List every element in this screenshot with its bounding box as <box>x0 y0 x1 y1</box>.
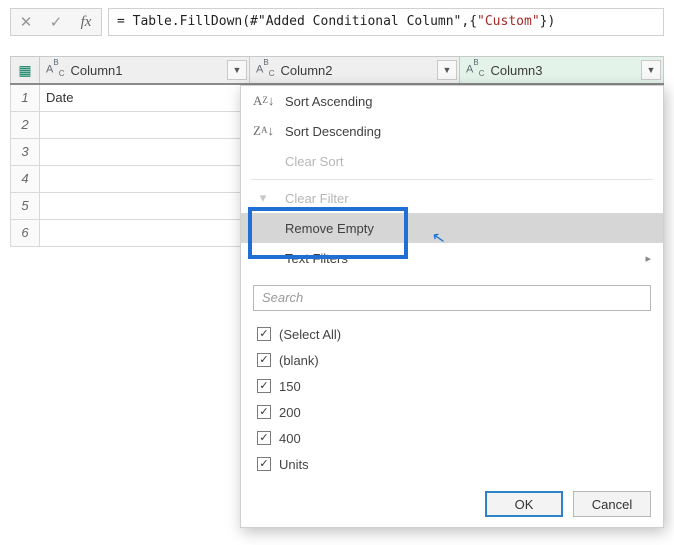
checkbox-icon[interactable]: ✓ <box>257 327 271 341</box>
sort-asc-icon: AZ↓ <box>253 93 273 109</box>
filter-value-item[interactable]: ✓ Units <box>257 451 647 477</box>
filter-value-item[interactable]: ✓ 150 <box>257 373 647 399</box>
checkbox-icon[interactable]: ✓ <box>257 379 271 393</box>
cell[interactable] <box>40 166 250 192</box>
menu-label: Clear Sort <box>285 154 344 169</box>
menu-label: Clear Filter <box>285 191 349 206</box>
menu-sort-descending[interactable]: ZA↓ Sort Descending <box>241 116 663 146</box>
menu-remove-empty[interactable]: Remove Empty <box>241 213 663 243</box>
cell[interactable] <box>40 139 250 165</box>
formula-text-arg: "Custom" <box>477 14 540 29</box>
cell[interactable] <box>40 220 250 246</box>
formula-bar: ✕ ✓ fx = Table.FillDown(#"Added Conditio… <box>0 0 674 46</box>
cancel-formula-button[interactable]: ✕ <box>11 13 41 31</box>
row-index: 1 <box>10 85 40 111</box>
cell[interactable] <box>40 112 250 138</box>
menu-label: Sort Ascending <box>285 94 372 109</box>
text-type-icon: ABC <box>256 61 274 78</box>
column-header-column2[interactable]: ABC Column2 ▼ <box>250 57 460 83</box>
fx-icon: fx <box>71 14 101 31</box>
filter-value-label: 200 <box>279 405 301 420</box>
row-index: 4 <box>10 166 40 192</box>
menu-sort-ascending[interactable]: AZ↓ Sort Ascending <box>241 86 663 116</box>
sort-desc-icon: ZA↓ <box>253 123 273 139</box>
ok-button[interactable]: OK <box>485 491 563 517</box>
table-icon-cell[interactable]: ▦ <box>10 57 40 83</box>
checkbox-icon[interactable]: ✓ <box>257 431 271 445</box>
filter-value-item[interactable]: ✓ 200 <box>257 399 647 425</box>
row-index: 2 <box>10 112 40 138</box>
column3-filter-button[interactable]: ▼ <box>641 60 661 80</box>
menu-text-filters[interactable]: Text Filters <box>241 243 663 273</box>
menu-clear-filter: ▾ Clear Filter <box>241 183 663 213</box>
filter-value-label: (blank) <box>279 353 319 368</box>
checkbox-icon[interactable]: ✓ <box>257 457 271 471</box>
column-filter-menu: AZ↓ Sort Ascending ZA↓ Sort Descending C… <box>240 85 664 528</box>
filter-value-label: 150 <box>279 379 301 394</box>
menu-label: Sort Descending <box>285 124 381 139</box>
menu-clear-sort: Clear Sort <box>241 146 663 176</box>
cell[interactable]: Date <box>40 85 250 111</box>
filter-value-item[interactable]: ✓ 400 <box>257 425 647 451</box>
text-type-icon: ABC <box>466 61 484 78</box>
checkbox-icon[interactable]: ✓ <box>257 405 271 419</box>
formula-text-prefix: = Table.FillDown(#"Added Conditional Col… <box>117 14 477 29</box>
filter-value-item[interactable]: ✓ (Select All) <box>257 321 647 347</box>
cancel-button[interactable]: Cancel <box>573 491 651 517</box>
filter-value-list: ✓ (Select All) ✓ (blank) ✓ 150 ✓ 200 ✓ 400 ✓ U… <box>253 319 651 481</box>
menu-label: Remove Empty <box>285 221 374 236</box>
filter-value-item[interactable]: ✓ (blank) <box>257 347 647 373</box>
dialog-buttons: OK Cancel <box>241 481 663 519</box>
checkbox-icon[interactable]: ✓ <box>257 353 271 367</box>
filter-value-label: Units <box>279 457 309 472</box>
formula-text-suffix: }) <box>540 14 556 29</box>
row-index: 3 <box>10 139 40 165</box>
text-type-icon: ABC <box>46 61 64 78</box>
filter-icon: ▾ <box>253 190 273 206</box>
cell[interactable] <box>40 193 250 219</box>
column2-filter-button[interactable]: ▼ <box>437 60 457 80</box>
accept-formula-button[interactable]: ✓ <box>41 13 71 31</box>
column1-label: Column1 <box>70 63 122 78</box>
row-index: 5 <box>10 193 40 219</box>
column1-filter-button[interactable]: ▼ <box>227 60 247 80</box>
column-header-column3[interactable]: ABC Column3 ▼ <box>460 57 664 83</box>
column3-label: Column3 <box>490 63 542 78</box>
filter-value-label: (Select All) <box>279 327 341 342</box>
formula-action-group: ✕ ✓ fx <box>10 8 102 36</box>
column2-label: Column2 <box>280 63 332 78</box>
filter-values-pane: Search ✓ (Select All) ✓ (blank) ✓ 150 ✓ 200 … <box>253 279 651 481</box>
column-header-row: ▦ ABC Column1 ▼ ABC Column2 ▼ ABC Column… <box>10 56 664 85</box>
column-header-column1[interactable]: ABC Column1 ▼ <box>40 57 250 83</box>
menu-label: Text Filters <box>285 251 348 266</box>
filter-search-input[interactable]: Search <box>253 285 651 311</box>
formula-input[interactable]: = Table.FillDown(#"Added Conditional Col… <box>108 8 664 36</box>
filter-value-label: 400 <box>279 431 301 446</box>
row-index: 6 <box>10 220 40 246</box>
menu-separator <box>251 179 653 180</box>
table-icon: ▦ <box>18 62 31 79</box>
